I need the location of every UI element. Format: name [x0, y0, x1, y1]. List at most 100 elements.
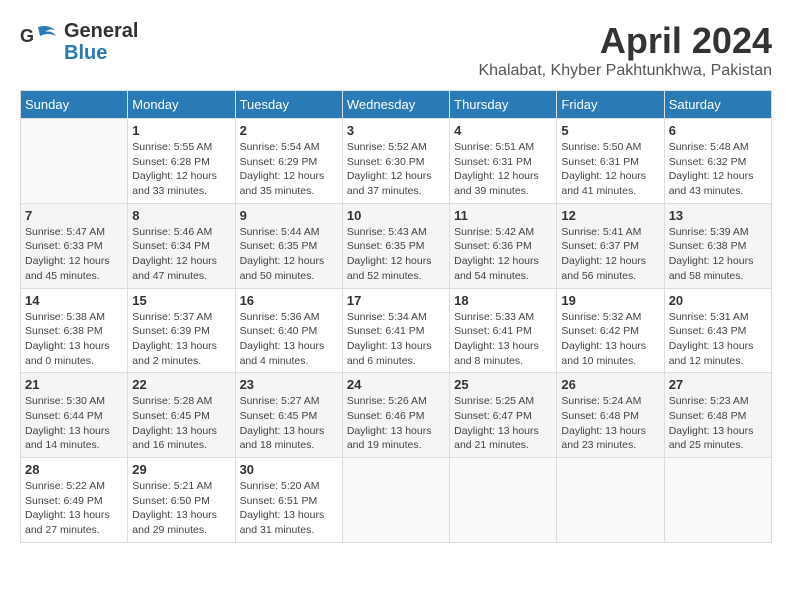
weekday-header-saturday: Saturday	[664, 91, 771, 119]
day-info: Sunrise: 5:20 AM Sunset: 6:51 PM Dayligh…	[240, 479, 338, 538]
calendar-cell	[557, 458, 664, 543]
calendar-cell: 23 Sunrise: 5:27 AM Sunset: 6:45 PM Dayli…	[235, 373, 342, 458]
day-number: 6	[669, 123, 767, 138]
svg-text:G: G	[20, 26, 34, 46]
calendar-cell	[21, 119, 128, 204]
day-number: 26	[561, 377, 659, 392]
calendar-cell: 4Sunrise: 5:51 AM Sunset: 6:31 PM Daylig…	[450, 119, 557, 204]
calendar-cell: 10 Sunrise: 5:43 AM Sunset: 6:35 PM Dayli…	[342, 203, 449, 288]
day-info: Sunrise: 5:22 AM Sunset: 6:49 PM Dayligh…	[25, 479, 123, 538]
day-info: Sunrise: 5:43 AM Sunset: 6:35 PM Dayligh…	[347, 225, 445, 284]
day-number: 25	[454, 377, 552, 392]
calendar-cell	[664, 458, 771, 543]
calendar-cell: 8 Sunrise: 5:46 AM Sunset: 6:34 PM Daylig…	[128, 203, 235, 288]
calendar-cell: 2 Sunrise: 5:54 AM Sunset: 6:29 PM Daylig…	[235, 119, 342, 204]
weekday-header-row: SundayMondayTuesdayWednesdayThursdayFrid…	[21, 91, 772, 119]
calendar-table: SundayMondayTuesdayWednesdayThursdayFrid…	[20, 90, 772, 543]
day-info: Sunrise: 5:51 AM Sunset: 6:31 PM Dayligh…	[454, 140, 552, 199]
day-info: Sunrise: 5:39 AM Sunset: 6:38 PM Dayligh…	[669, 225, 767, 284]
day-number: 1	[132, 123, 230, 138]
day-info: Sunrise: 5:54 AM Sunset: 6:29 PM Dayligh…	[240, 140, 338, 199]
calendar-cell: 15 Sunrise: 5:37 AM Sunset: 6:39 PM Dayli…	[128, 288, 235, 373]
calendar-week-row: 1 Sunrise: 5:55 AM Sunset: 6:28 PM Daylig…	[21, 119, 772, 204]
day-number: 19	[561, 293, 659, 308]
calendar-cell: 21Sunrise: 5:30 AM Sunset: 6:44 PM Dayli…	[21, 373, 128, 458]
day-number: 16	[240, 293, 338, 308]
calendar-cell: 13 Sunrise: 5:39 AM Sunset: 6:38 PM Dayli…	[664, 203, 771, 288]
day-number: 2	[240, 123, 338, 138]
day-info: Sunrise: 5:24 AM Sunset: 6:48 PM Dayligh…	[561, 394, 659, 453]
day-number: 13	[669, 208, 767, 223]
day-number: 21	[25, 377, 123, 392]
calendar-cell: 19 Sunrise: 5:32 AM Sunset: 6:42 PM Dayli…	[557, 288, 664, 373]
weekday-header-friday: Friday	[557, 91, 664, 119]
day-number: 27	[669, 377, 767, 392]
day-number: 28	[25, 462, 123, 477]
day-info: Sunrise: 5:50 AM Sunset: 6:31 PM Dayligh…	[561, 140, 659, 199]
calendar-week-row: 28 Sunrise: 5:22 AM Sunset: 6:49 PM Dayli…	[21, 458, 772, 543]
logo-icon: G	[20, 22, 60, 62]
calendar-week-row: 21Sunrise: 5:30 AM Sunset: 6:44 PM Dayli…	[21, 373, 772, 458]
day-number: 24	[347, 377, 445, 392]
calendar-cell: 29 Sunrise: 5:21 AM Sunset: 6:50 PM Dayli…	[128, 458, 235, 543]
calendar-cell: 18 Sunrise: 5:33 AM Sunset: 6:41 PM Dayli…	[450, 288, 557, 373]
weekday-header-sunday: Sunday	[21, 91, 128, 119]
day-number: 23	[240, 377, 338, 392]
day-info: Sunrise: 5:21 AM Sunset: 6:50 PM Dayligh…	[132, 479, 230, 538]
day-info: Sunrise: 5:41 AM Sunset: 6:37 PM Dayligh…	[561, 225, 659, 284]
day-info: Sunrise: 5:32 AM Sunset: 6:42 PM Dayligh…	[561, 310, 659, 369]
day-info: Sunrise: 5:42 AM Sunset: 6:36 PM Dayligh…	[454, 225, 552, 284]
day-number: 5	[561, 123, 659, 138]
day-number: 29	[132, 462, 230, 477]
day-info: Sunrise: 5:28 AM Sunset: 6:45 PM Dayligh…	[132, 394, 230, 453]
calendar-cell: 20Sunrise: 5:31 AM Sunset: 6:43 PM Dayli…	[664, 288, 771, 373]
day-info: Sunrise: 5:25 AM Sunset: 6:47 PM Dayligh…	[454, 394, 552, 453]
calendar-cell: 11 Sunrise: 5:42 AM Sunset: 6:36 PM Dayli…	[450, 203, 557, 288]
calendar-cell: 22 Sunrise: 5:28 AM Sunset: 6:45 PM Dayli…	[128, 373, 235, 458]
title-section: April 2024 Khalabat, Khyber Pakhtunkhwa,…	[478, 20, 772, 80]
day-number: 22	[132, 377, 230, 392]
weekday-header-tuesday: Tuesday	[235, 91, 342, 119]
weekday-header-thursday: Thursday	[450, 91, 557, 119]
calendar-cell: 7Sunrise: 5:47 AM Sunset: 6:33 PM Daylig…	[21, 203, 128, 288]
day-number: 18	[454, 293, 552, 308]
day-info: Sunrise: 5:38 AM Sunset: 6:38 PM Dayligh…	[25, 310, 123, 369]
calendar-cell	[342, 458, 449, 543]
calendar-cell: 17Sunrise: 5:34 AM Sunset: 6:41 PM Dayli…	[342, 288, 449, 373]
day-info: Sunrise: 5:23 AM Sunset: 6:48 PM Dayligh…	[669, 394, 767, 453]
page-header: G General Blue April 2024 Khalabat, Khyb…	[20, 20, 772, 80]
day-info: Sunrise: 5:26 AM Sunset: 6:46 PM Dayligh…	[347, 394, 445, 453]
location-title: Khalabat, Khyber Pakhtunkhwa, Pakistan	[478, 62, 772, 80]
day-info: Sunrise: 5:46 AM Sunset: 6:34 PM Dayligh…	[132, 225, 230, 284]
calendar-cell: 9Sunrise: 5:44 AM Sunset: 6:35 PM Daylig…	[235, 203, 342, 288]
calendar-cell: 24 Sunrise: 5:26 AM Sunset: 6:46 PM Dayli…	[342, 373, 449, 458]
calendar-cell: 27 Sunrise: 5:23 AM Sunset: 6:48 PM Dayli…	[664, 373, 771, 458]
day-info: Sunrise: 5:33 AM Sunset: 6:41 PM Dayligh…	[454, 310, 552, 369]
day-info: Sunrise: 5:27 AM Sunset: 6:45 PM Dayligh…	[240, 394, 338, 453]
day-number: 7	[25, 208, 123, 223]
calendar-cell: 12Sunrise: 5:41 AM Sunset: 6:37 PM Dayli…	[557, 203, 664, 288]
day-info: Sunrise: 5:34 AM Sunset: 6:41 PM Dayligh…	[347, 310, 445, 369]
calendar-cell: 5 Sunrise: 5:50 AM Sunset: 6:31 PM Daylig…	[557, 119, 664, 204]
weekday-header-monday: Monday	[128, 91, 235, 119]
day-number: 10	[347, 208, 445, 223]
day-info: Sunrise: 5:31 AM Sunset: 6:43 PM Dayligh…	[669, 310, 767, 369]
day-number: 8	[132, 208, 230, 223]
day-info: Sunrise: 5:37 AM Sunset: 6:39 PM Dayligh…	[132, 310, 230, 369]
calendar-cell: 30 Sunrise: 5:20 AM Sunset: 6:51 PM Dayli…	[235, 458, 342, 543]
day-number: 14	[25, 293, 123, 308]
day-info: Sunrise: 5:55 AM Sunset: 6:28 PM Dayligh…	[132, 140, 230, 199]
calendar-cell	[450, 458, 557, 543]
day-info: Sunrise: 5:36 AM Sunset: 6:40 PM Dayligh…	[240, 310, 338, 369]
day-number: 30	[240, 462, 338, 477]
month-title: April 2024	[478, 20, 772, 62]
calendar-cell: 16 Sunrise: 5:36 AM Sunset: 6:40 PM Dayli…	[235, 288, 342, 373]
day-info: Sunrise: 5:48 AM Sunset: 6:32 PM Dayligh…	[669, 140, 767, 199]
logo: G General Blue	[20, 20, 138, 64]
calendar-cell: 25 Sunrise: 5:25 AM Sunset: 6:47 PM Dayli…	[450, 373, 557, 458]
day-info: Sunrise: 5:52 AM Sunset: 6:30 PM Dayligh…	[347, 140, 445, 199]
day-number: 11	[454, 208, 552, 223]
calendar-cell: 26 Sunrise: 5:24 AM Sunset: 6:48 PM Dayli…	[557, 373, 664, 458]
day-number: 15	[132, 293, 230, 308]
day-info: Sunrise: 5:44 AM Sunset: 6:35 PM Dayligh…	[240, 225, 338, 284]
